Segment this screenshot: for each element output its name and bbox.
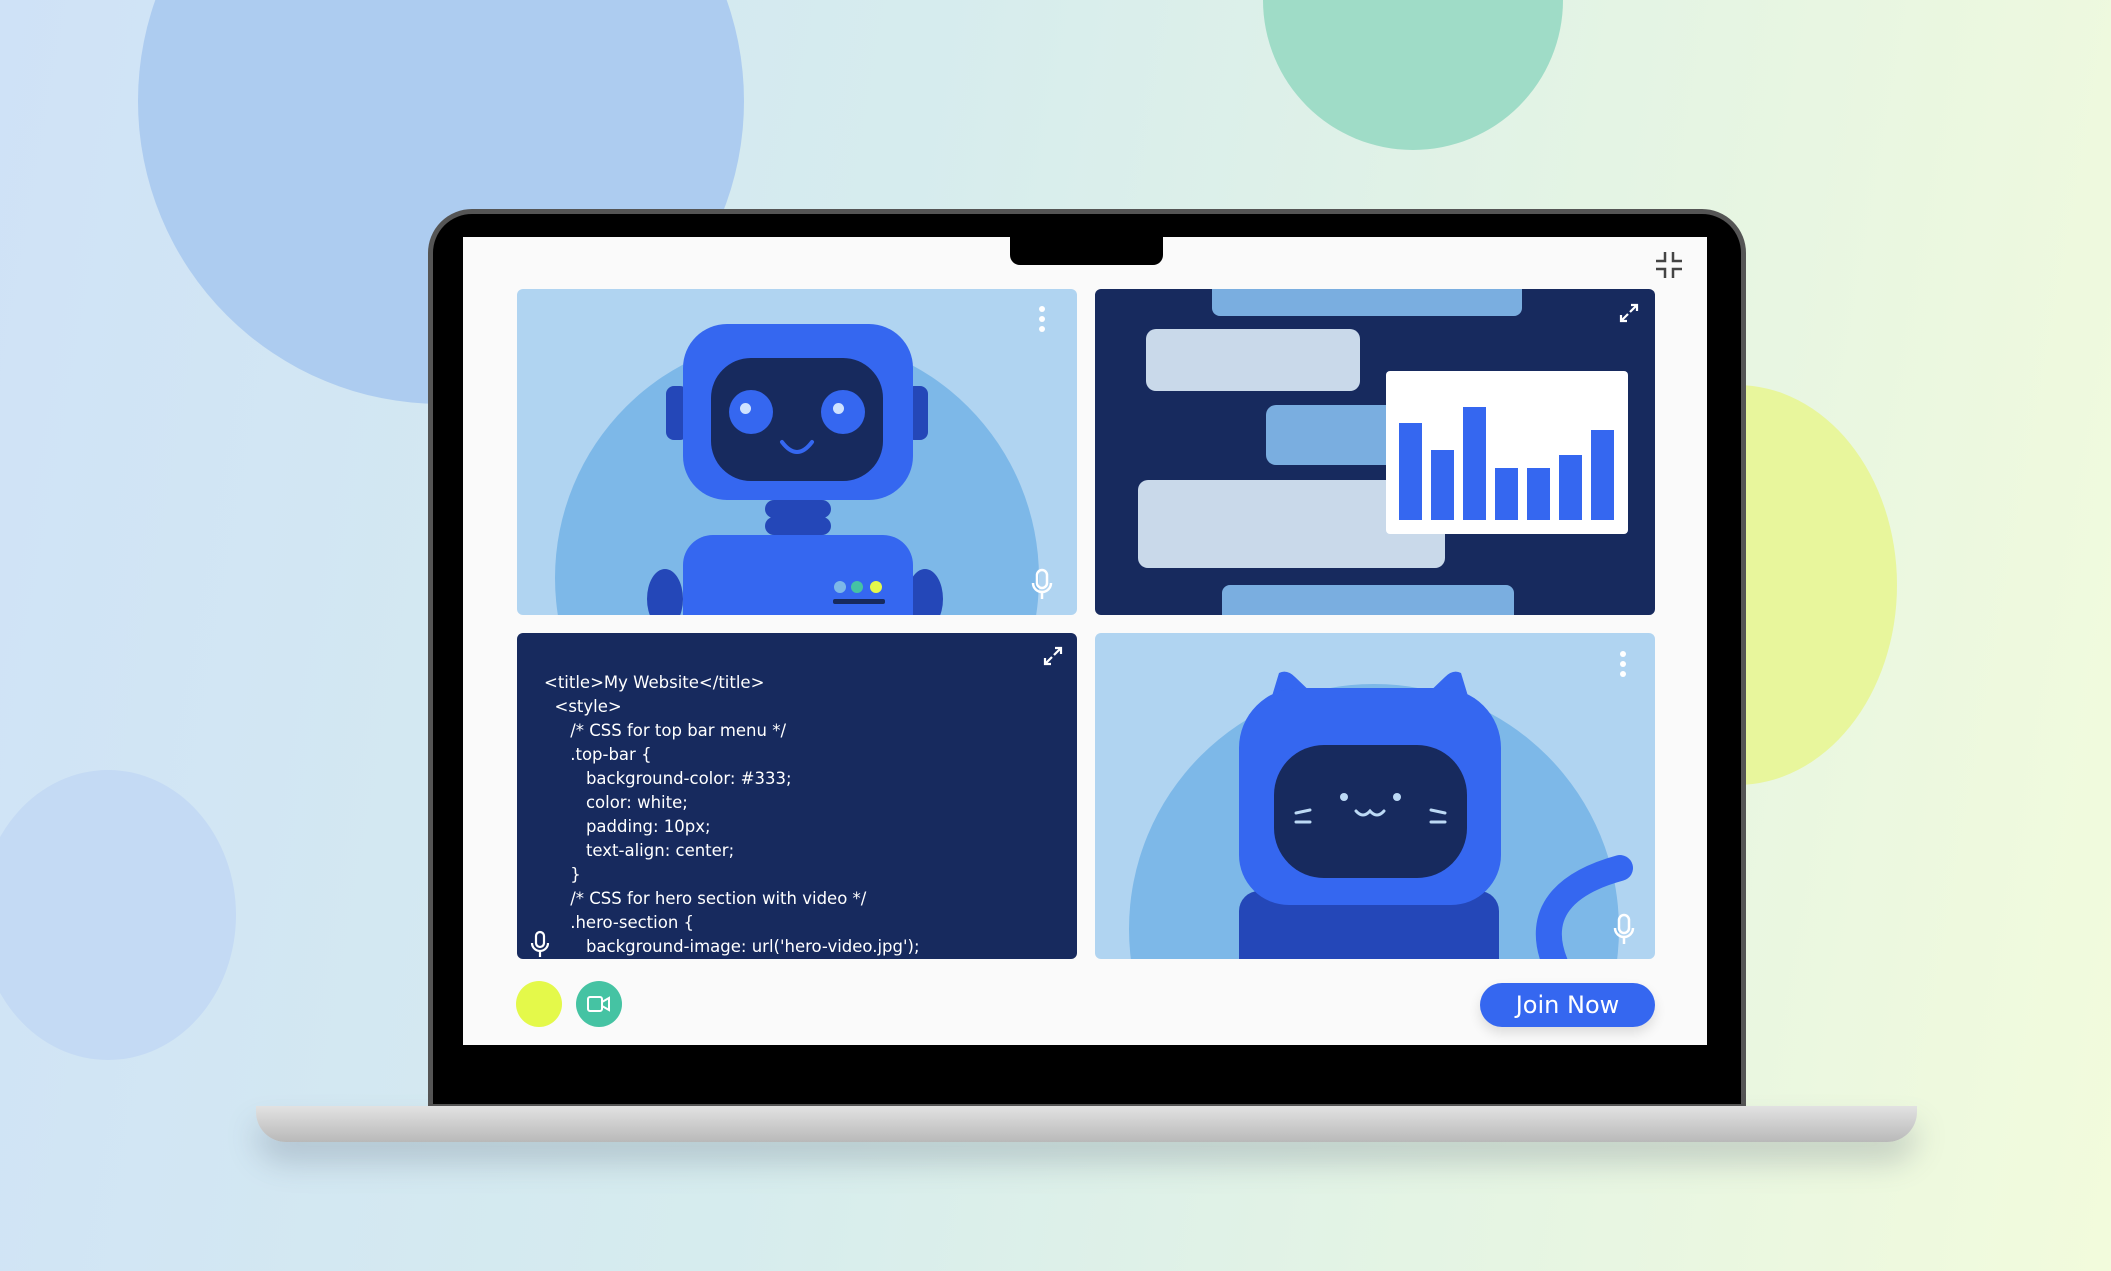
code-line: <style> — [544, 697, 622, 716]
camera-notch — [1010, 237, 1163, 265]
chat-bubble — [1212, 289, 1522, 316]
code-line: /* CSS for hero section with video */ — [544, 889, 867, 908]
join-now-button[interactable]: Join Now — [1480, 983, 1655, 1027]
code-line: color: white; — [544, 793, 688, 812]
code-line: padding: 10px; — [544, 817, 711, 836]
code-line: <title>My Website</title> — [544, 673, 765, 692]
mini-chart-bar — [1559, 455, 1582, 520]
chat-bubble — [1222, 585, 1514, 615]
video-tile-screen-share[interactable] — [1095, 289, 1655, 615]
video-tile-robot[interactable] — [517, 289, 1077, 615]
robot-neck — [765, 500, 831, 518]
kebab-icon[interactable] — [1036, 305, 1048, 335]
microphone-icon[interactable] — [1613, 913, 1635, 946]
code-line: text-align: center; — [544, 841, 735, 860]
mini-chart-bar — [1399, 423, 1422, 520]
video-tile-cat[interactable] — [1095, 633, 1655, 959]
robot-smile — [780, 440, 814, 454]
cat-features — [1294, 793, 1447, 824]
code-line: } — [544, 865, 581, 884]
robot-eye — [821, 390, 865, 434]
robot-neck — [765, 517, 831, 535]
code-line: background-color: #333; — [544, 769, 792, 788]
mini-chart-bar — [1495, 467, 1518, 520]
code-snippet: <title>My Website</title> <style> /* CSS… — [544, 671, 920, 959]
mini-chart-bar — [1591, 429, 1614, 520]
robot-eye — [729, 390, 773, 434]
bg-circle — [0, 770, 236, 1060]
microphone-toggle-button[interactable] — [516, 981, 562, 1027]
mini-chart-bar — [1463, 407, 1486, 520]
mini-chart-card — [1386, 371, 1628, 534]
video-camera-icon — [587, 996, 610, 1012]
pupil — [833, 403, 844, 414]
pupil — [740, 403, 751, 414]
expand-icon[interactable] — [1043, 646, 1063, 666]
code-line: .top-bar { — [544, 745, 652, 764]
mini-chart-bar — [1527, 467, 1550, 520]
video-tile-code[interactable]: <title>My Website</title> <style> /* CSS… — [517, 633, 1077, 959]
compress-icon[interactable] — [1656, 252, 1682, 278]
camera-toggle-button[interactable] — [576, 981, 622, 1027]
bg-circle — [1263, 0, 1563, 150]
robot-panel-line — [833, 599, 885, 604]
code-line: .hero-section { — [544, 913, 695, 932]
chat-bubble — [1146, 329, 1360, 391]
expand-icon[interactable] — [1619, 303, 1639, 323]
mini-chart-bar — [1431, 450, 1454, 520]
microphone-icon[interactable] — [530, 930, 550, 959]
code-line: background-image: url('hero-video.jpg'); — [544, 937, 920, 956]
code-line: /* CSS for top bar menu */ — [544, 721, 787, 740]
indicator-light — [870, 581, 882, 593]
laptop-base — [256, 1106, 1917, 1142]
indicator-light — [834, 581, 846, 593]
indicator-light — [851, 581, 863, 593]
kebab-icon[interactable] — [1617, 650, 1629, 680]
microphone-icon[interactable] — [1031, 568, 1053, 601]
